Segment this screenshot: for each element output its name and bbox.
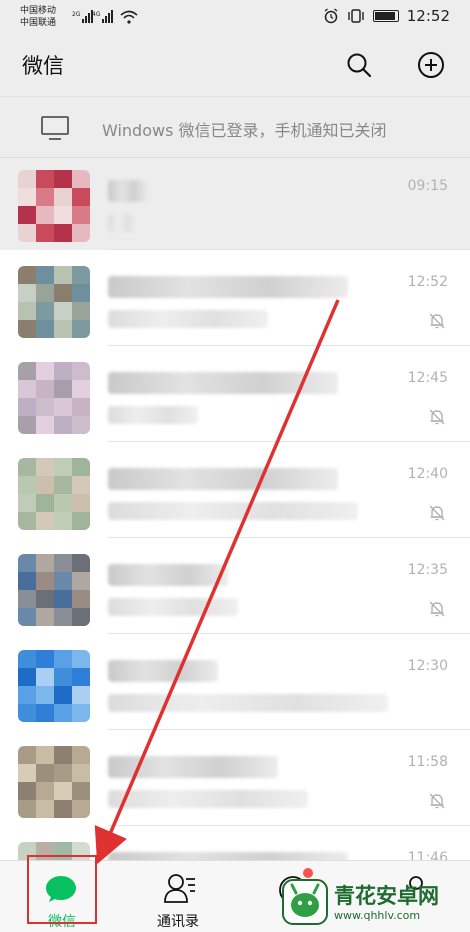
chat-row[interactable]: 12:40 xyxy=(0,448,470,538)
search-button[interactable] xyxy=(342,48,376,82)
chat-name-redacted xyxy=(108,180,148,202)
chat-name-redacted xyxy=(108,564,228,586)
chat-message-redacted xyxy=(108,790,308,808)
row-divider xyxy=(108,825,470,826)
page-title: 微信 xyxy=(22,54,64,78)
carrier-2: 中国联通 xyxy=(20,18,57,28)
watermark-name: 青花安卓网 xyxy=(334,883,439,908)
chat-row[interactable]: 12:45 xyxy=(0,352,470,442)
chat-row[interactable]: 12:30 xyxy=(0,640,470,730)
network-type-1: 2G xyxy=(72,11,81,18)
chat-row[interactable]: 12:35 xyxy=(0,544,470,634)
tab-contacts[interactable]: 通讯录 xyxy=(128,867,228,930)
row-divider xyxy=(108,537,470,538)
add-button[interactable] xyxy=(414,48,448,82)
vibrate-icon xyxy=(348,9,364,23)
chat-name-redacted xyxy=(108,276,348,298)
watermark-logo-icon xyxy=(282,879,328,925)
chat-time: 09:15 xyxy=(407,178,448,194)
chat-avatar xyxy=(18,458,90,530)
chat-time: 11:58 xyxy=(407,754,448,770)
status-bar: 中国移动 中国联通 2G 4G 12:52 xyxy=(0,0,470,36)
chat-avatar xyxy=(18,362,90,434)
chat-message-redacted xyxy=(108,214,138,232)
chat-name-redacted xyxy=(108,372,338,394)
chat-name-redacted xyxy=(108,756,278,778)
row-divider xyxy=(108,633,470,634)
chat-time: 12:35 xyxy=(407,562,448,578)
chat-row[interactable]: 11:58 xyxy=(0,736,470,826)
chat-list: 09:15 12:52 12:45 12:40 12:35 12:30 11:58 11:46 xyxy=(0,160,470,860)
muted-bell-icon xyxy=(429,793,445,809)
carrier-names: 中国移动 中国联通 xyxy=(20,5,56,29)
row-divider xyxy=(108,441,470,442)
carrier-1: 中国移动 xyxy=(20,6,57,16)
search-icon xyxy=(347,53,372,78)
chat-avatar xyxy=(18,746,90,818)
chat-name-redacted xyxy=(108,660,218,682)
muted-bell-icon xyxy=(429,601,445,617)
chat-message-redacted xyxy=(108,406,198,424)
chat-avatar xyxy=(18,554,90,626)
chat-time: 11:46 xyxy=(407,850,448,860)
chat-name-redacted xyxy=(108,852,348,860)
chat-row[interactable]: 12:52 xyxy=(0,256,470,346)
chat-message-redacted xyxy=(108,502,358,520)
row-divider xyxy=(108,249,470,250)
chat-row[interactable]: 09:15 xyxy=(0,160,470,250)
wifi-icon xyxy=(120,10,138,24)
contacts-icon xyxy=(164,874,195,903)
status-time: 12:52 xyxy=(406,7,450,25)
muted-bell-icon xyxy=(429,505,445,521)
chat-time: 12:52 xyxy=(407,274,448,290)
network-type-2: 4G xyxy=(92,11,101,18)
chat-name-redacted xyxy=(108,468,338,490)
chat-time: 12:45 xyxy=(407,370,448,386)
highlight-box xyxy=(27,855,97,924)
chat-time: 12:30 xyxy=(407,658,448,674)
title-bar: 微信 xyxy=(0,36,470,94)
signal-icon-2: 4G xyxy=(92,10,113,23)
battery-icon xyxy=(372,10,399,22)
chat-avatar xyxy=(18,650,90,722)
row-divider xyxy=(108,729,470,730)
desktop-login-notice[interactable]: Windows 微信已登录，手机通知已关闭 xyxy=(0,96,470,158)
watermark-url: www.qhhlv.com xyxy=(334,908,421,922)
chat-message-redacted xyxy=(108,310,268,328)
chat-time: 12:40 xyxy=(407,466,448,482)
alarm-icon xyxy=(324,8,338,24)
chat-avatar xyxy=(18,266,90,338)
notice-text: Windows 微信已登录，手机通知已关闭 xyxy=(102,121,387,140)
chat-message-redacted xyxy=(108,694,388,712)
muted-bell-icon xyxy=(429,409,445,425)
row-divider xyxy=(108,345,470,346)
monitor-icon xyxy=(41,116,69,140)
status-right: 12:52 xyxy=(323,7,450,25)
chat-message-redacted xyxy=(108,598,238,616)
site-watermark: 青花安卓网 www.qhhlv.com xyxy=(282,872,470,932)
chat-avatar xyxy=(18,170,90,242)
tab-label-contacts: 通讯录 xyxy=(157,914,199,930)
plus-circle-icon xyxy=(418,52,444,78)
muted-bell-icon xyxy=(429,313,445,329)
